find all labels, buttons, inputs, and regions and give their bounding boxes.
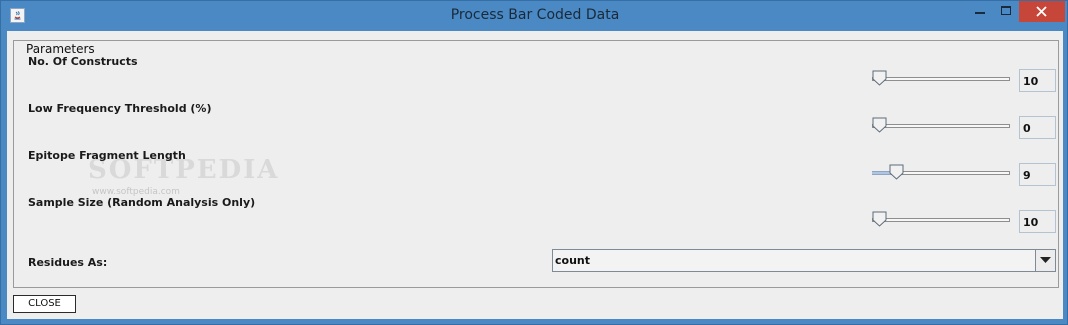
residues-dropdown[interactable]: count (552, 249, 1056, 272)
maximize-icon (1001, 6, 1011, 15)
close-button[interactable]: CLOSE (13, 295, 76, 313)
slider-track[interactable] (872, 77, 1010, 81)
slider-label: Low Frequency Threshold (%) (28, 102, 212, 115)
residues-selected-value: count (555, 254, 590, 267)
slider-thumb[interactable] (872, 117, 888, 133)
slider-thumb[interactable] (889, 164, 905, 180)
close-icon (1036, 6, 1047, 17)
minimize-icon (975, 12, 985, 14)
slider-track[interactable] (872, 218, 1010, 222)
title-bar[interactable]: Process Bar Coded Data (1, 1, 1068, 31)
dialog-content: Parameters SOFTPEDIA www.softpedia.com N… (7, 31, 1063, 319)
slider-label: Sample Size (Random Analysis Only) (28, 196, 256, 209)
window-title: Process Bar Coded Data (450, 7, 620, 23)
maximize-button[interactable] (993, 1, 1019, 22)
slider-thumb[interactable] (872, 70, 888, 86)
constructs-value-field[interactable]: 10 (1019, 69, 1056, 92)
sample-size-value-field[interactable]: 10 (1019, 210, 1056, 233)
slider-label: No. Of Constructs (28, 55, 138, 68)
minimize-button[interactable] (967, 1, 993, 22)
slider-track[interactable] (872, 124, 1010, 128)
slider-thumb[interactable] (872, 211, 888, 227)
parameters-group: Parameters SOFTPEDIA www.softpedia.com N… (13, 40, 1059, 288)
parameters-group-title: Parameters (24, 42, 97, 56)
threshold-value-field[interactable]: 0 (1019, 116, 1056, 139)
fragment-length-value-field[interactable]: 9 (1019, 163, 1056, 186)
dropdown-button[interactable] (1035, 250, 1055, 271)
slider-label: Epitope Fragment Length (28, 149, 186, 162)
chevron-down-icon (1040, 257, 1051, 263)
window: Process Bar Coded Data Parameters SOFTPE… (0, 0, 1068, 325)
close-window-button[interactable] (1019, 1, 1065, 22)
residues-label: Residues As: (28, 256, 108, 269)
